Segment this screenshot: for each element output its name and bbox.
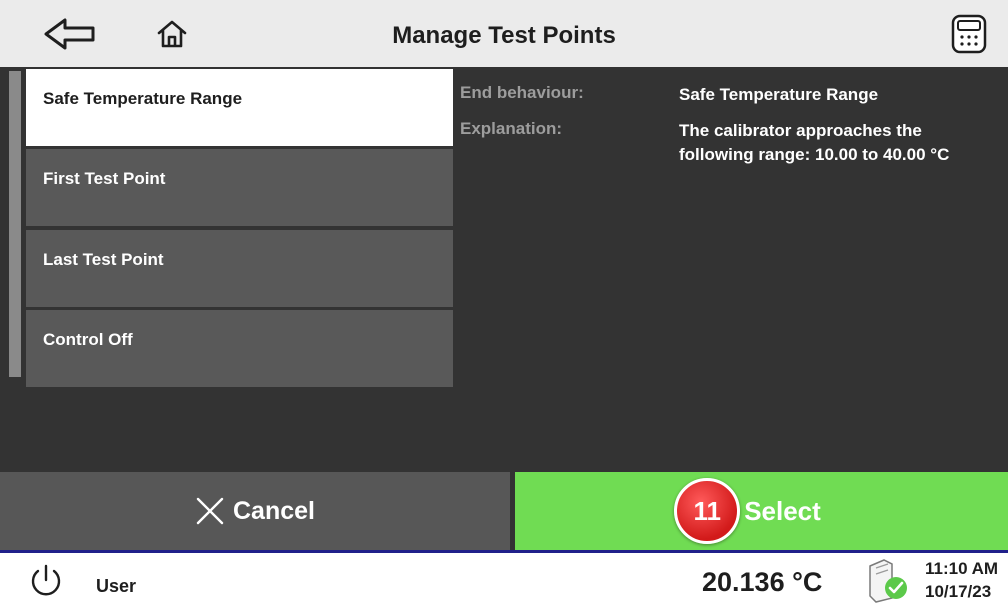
end-behaviour-value: Safe Temperature Range [679,85,879,104]
list-item-label: Control Off [43,330,133,349]
close-icon [196,497,224,525]
end-behaviour-label: End behaviour: [460,83,584,102]
list-item-label: Safe Temperature Range [43,89,243,108]
status-bar: User 20.136 °C 11:10 AM 10/17/23 [0,553,1008,606]
list-item-first-test-point[interactable]: First Test Point [26,149,453,226]
time-value: 11:10 AM [925,559,999,578]
explanation-label: Explanation: [460,119,563,138]
main-panel: Safe Temperature Range First Test Point … [0,67,1008,472]
home-icon[interactable] [150,0,194,67]
cancel-button[interactable]: Cancel [0,472,510,550]
select-button[interactable]: 11 Select [515,472,1008,550]
list-item-control-off[interactable]: Control Off [26,310,453,387]
device-ok-icon[interactable] [864,556,912,606]
calculator-icon[interactable] [944,0,994,67]
list-scrollbar[interactable] [9,71,21,377]
cancel-label: Cancel [233,496,315,525]
step-badge: 11 [674,478,741,544]
user-label[interactable]: User [96,576,136,597]
list-item-safe-temperature-range[interactable]: Safe Temperature Range [26,69,453,146]
list-item-last-test-point[interactable]: Last Test Point [26,230,453,307]
header-bar: Manage Test Points [0,0,1008,67]
explanation-value: The calibrator approaches the following … [679,121,950,164]
list-item-label: First Test Point [43,169,166,188]
action-bar: Cancel 11 Select [0,472,1008,550]
clock: 11:10 AM 10/17/23 [925,557,998,603]
list-item-label: Last Test Point [43,250,164,269]
date-value: 10/17/23 [925,582,992,601]
power-icon[interactable] [28,563,64,604]
back-arrow-icon[interactable] [36,0,106,67]
temperature-readout: 20.136 °C [702,567,823,597]
select-label: Select [744,495,821,526]
